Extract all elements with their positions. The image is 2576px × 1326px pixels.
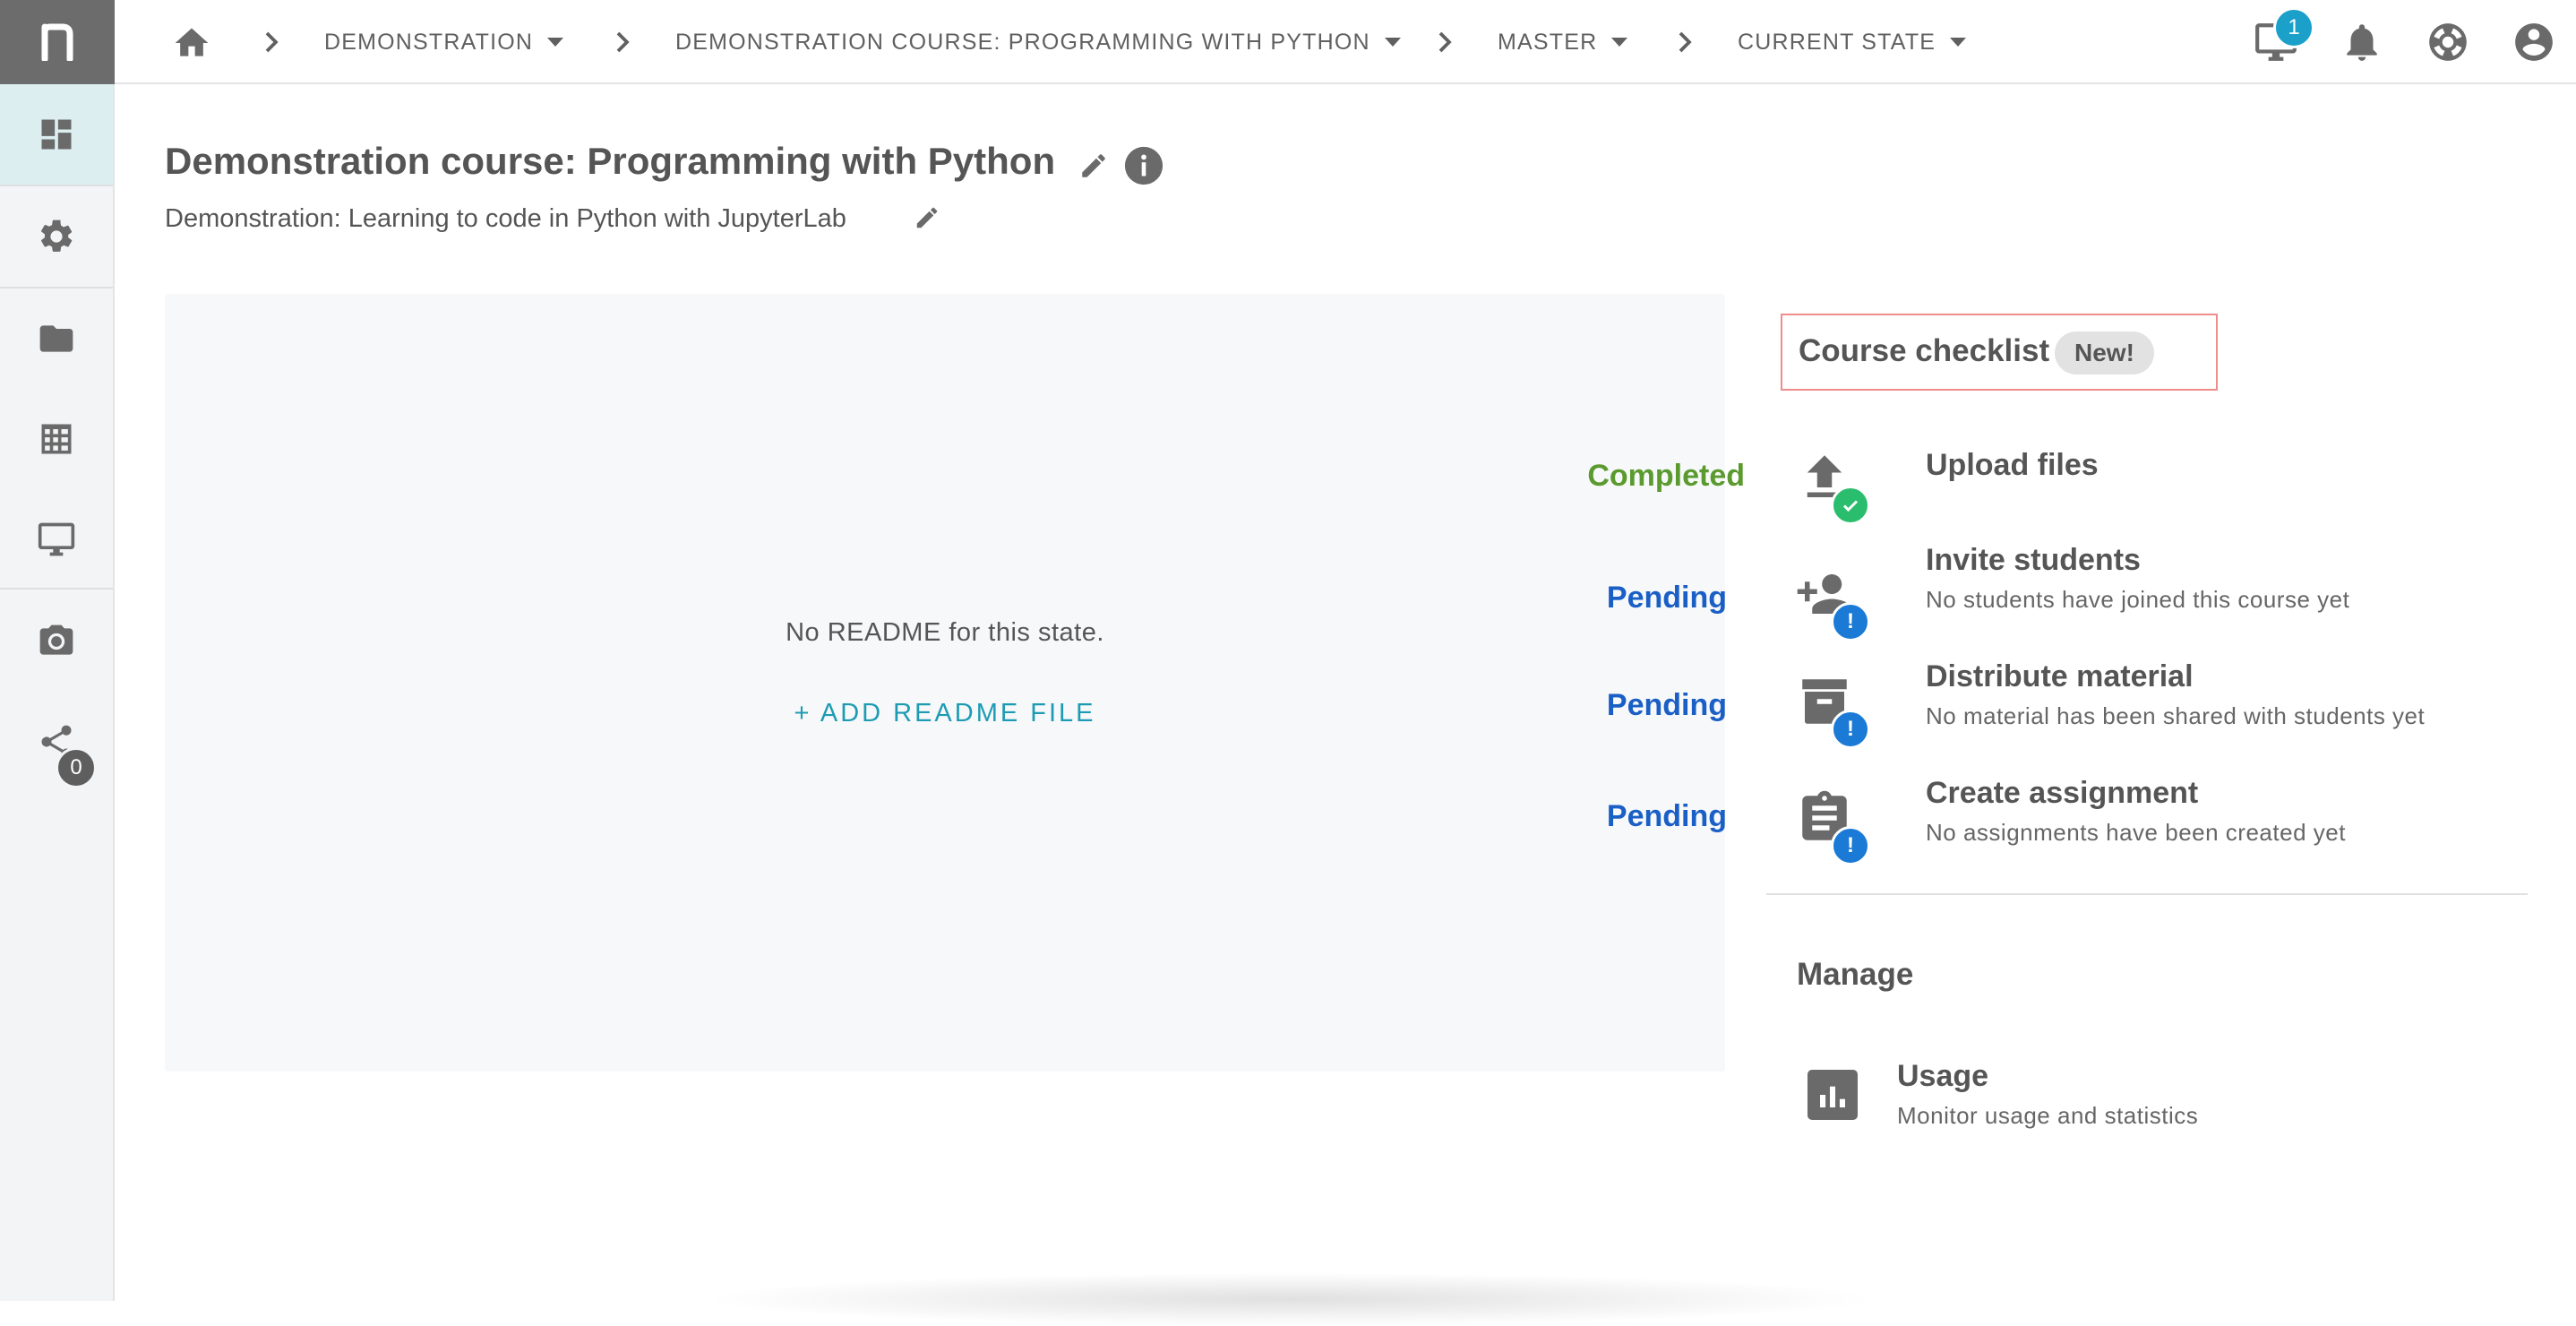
breadcrumb-state[interactable]: CURRENT STATE xyxy=(1738,0,1967,84)
task-title: Create assignment xyxy=(1926,776,2199,810)
status-upload-files: Completed xyxy=(1587,459,1745,493)
page-subtitle: Demonstration: Learning to code in Pytho… xyxy=(165,204,846,233)
breadcrumb-label: DEMONSTRATION xyxy=(324,29,534,55)
caret-down-icon xyxy=(1384,38,1401,47)
task-icon xyxy=(1795,448,1870,525)
usage-icon xyxy=(1807,1070,1858,1120)
sidebar-item-share[interactable]: 0 xyxy=(0,692,113,792)
chevron-right-icon xyxy=(258,29,285,56)
info-button[interactable] xyxy=(1123,145,1164,186)
sidebar-item-files[interactable] xyxy=(0,288,113,389)
help-button[interactable] xyxy=(2426,20,2470,65)
gear-icon xyxy=(41,220,73,252)
sidebar-item-grades[interactable] xyxy=(0,389,113,489)
breadcrumb-branch[interactable]: MASTER xyxy=(1498,0,1628,84)
breadcrumb-label: DEMONSTRATION COURSE: PROGRAMMING WITH P… xyxy=(675,29,1370,55)
caret-down-icon xyxy=(1611,38,1628,47)
task-icon: ! xyxy=(1795,672,1870,749)
edit-title-button[interactable] xyxy=(1078,151,1109,181)
pencil-icon xyxy=(1082,154,1105,177)
workspace-count-badge: 1 xyxy=(2273,7,2314,48)
new-badge: New! xyxy=(2055,332,2154,375)
info-icon xyxy=(1124,146,1163,185)
sidebar-item-settings[interactable] xyxy=(0,186,113,287)
course-checklist-header: Course checklist New! xyxy=(1781,314,2218,391)
task-title: Invite students xyxy=(1926,543,2141,577)
breadcrumb-demonstration[interactable]: DEMONSTRATION xyxy=(324,0,564,84)
folder-icon xyxy=(39,325,73,352)
notifications-button[interactable] xyxy=(2340,20,2384,65)
task-title: Distribute material xyxy=(1926,659,2194,693)
home-icon xyxy=(175,28,209,56)
breadcrumb-course[interactable]: DEMONSTRATION COURSE: PROGRAMMING WITH P… xyxy=(675,0,1401,84)
edit-subtitle-button[interactable] xyxy=(914,204,940,231)
sidebar: 0 xyxy=(0,0,115,1301)
task-icon: ! xyxy=(1795,564,1870,641)
bottom-shadow xyxy=(699,1272,1881,1326)
camera-icon xyxy=(39,624,73,655)
bell-icon xyxy=(2347,24,2377,61)
no-readme-text: No README for this state. xyxy=(786,618,1104,647)
n-logo-icon xyxy=(41,23,73,61)
alert-icon: ! xyxy=(1831,602,1870,641)
pencil-icon xyxy=(916,207,938,228)
readme-panel: No README for this state. xyxy=(165,294,1725,1072)
account-circle-icon xyxy=(2515,23,2553,61)
chevron-right-icon xyxy=(1431,29,1458,56)
usage-description: Monitor usage and statistics xyxy=(1897,1102,2199,1129)
account-button[interactable] xyxy=(2512,20,2556,65)
task-title: Upload files xyxy=(1926,448,2099,482)
caret-down-icon xyxy=(1950,38,1967,47)
page-title: Demonstration course: Programming with P… xyxy=(165,140,1056,182)
task-description: No students have joined this course yet xyxy=(1926,586,2350,613)
section-divider xyxy=(1766,893,2528,895)
task-description: No assignments have been created yet xyxy=(1926,819,2346,846)
usage-link[interactable]: Usage xyxy=(1897,1059,1988,1094)
task-icon: ! xyxy=(1795,788,1870,865)
check-icon xyxy=(1831,486,1870,525)
chevron-right-icon xyxy=(1671,29,1698,56)
alert-icon: ! xyxy=(1831,826,1870,865)
breadcrumb-label: CURRENT STATE xyxy=(1738,29,1936,55)
manage-heading: Manage xyxy=(1797,957,1914,992)
status-create-assignment: Pending xyxy=(1606,799,1727,833)
share-count-badge: 0 xyxy=(56,747,97,788)
app-logo[interactable] xyxy=(0,0,115,84)
chevron-right-icon xyxy=(609,29,636,56)
task-description: No material has been shared with student… xyxy=(1926,702,2426,729)
alert-icon: ! xyxy=(1831,710,1870,749)
dashboard-icon xyxy=(41,119,72,150)
grid-table-icon xyxy=(41,424,72,454)
status-invite-students: Pending xyxy=(1606,581,1727,615)
breadcrumb-label: MASTER xyxy=(1498,29,1598,55)
sidebar-item-workspaces[interactable] xyxy=(0,489,113,590)
sidebar-item-dashboard[interactable] xyxy=(0,84,113,185)
sidebar-item-snapshots[interactable] xyxy=(0,591,113,692)
home-button[interactable] xyxy=(172,23,211,63)
caret-down-icon xyxy=(547,38,564,47)
lifebuoy-icon xyxy=(2429,23,2467,61)
monitor-icon xyxy=(38,522,75,556)
checklist-title: Course checklist xyxy=(1799,333,2050,368)
status-distribute-material: Pending xyxy=(1606,688,1727,722)
